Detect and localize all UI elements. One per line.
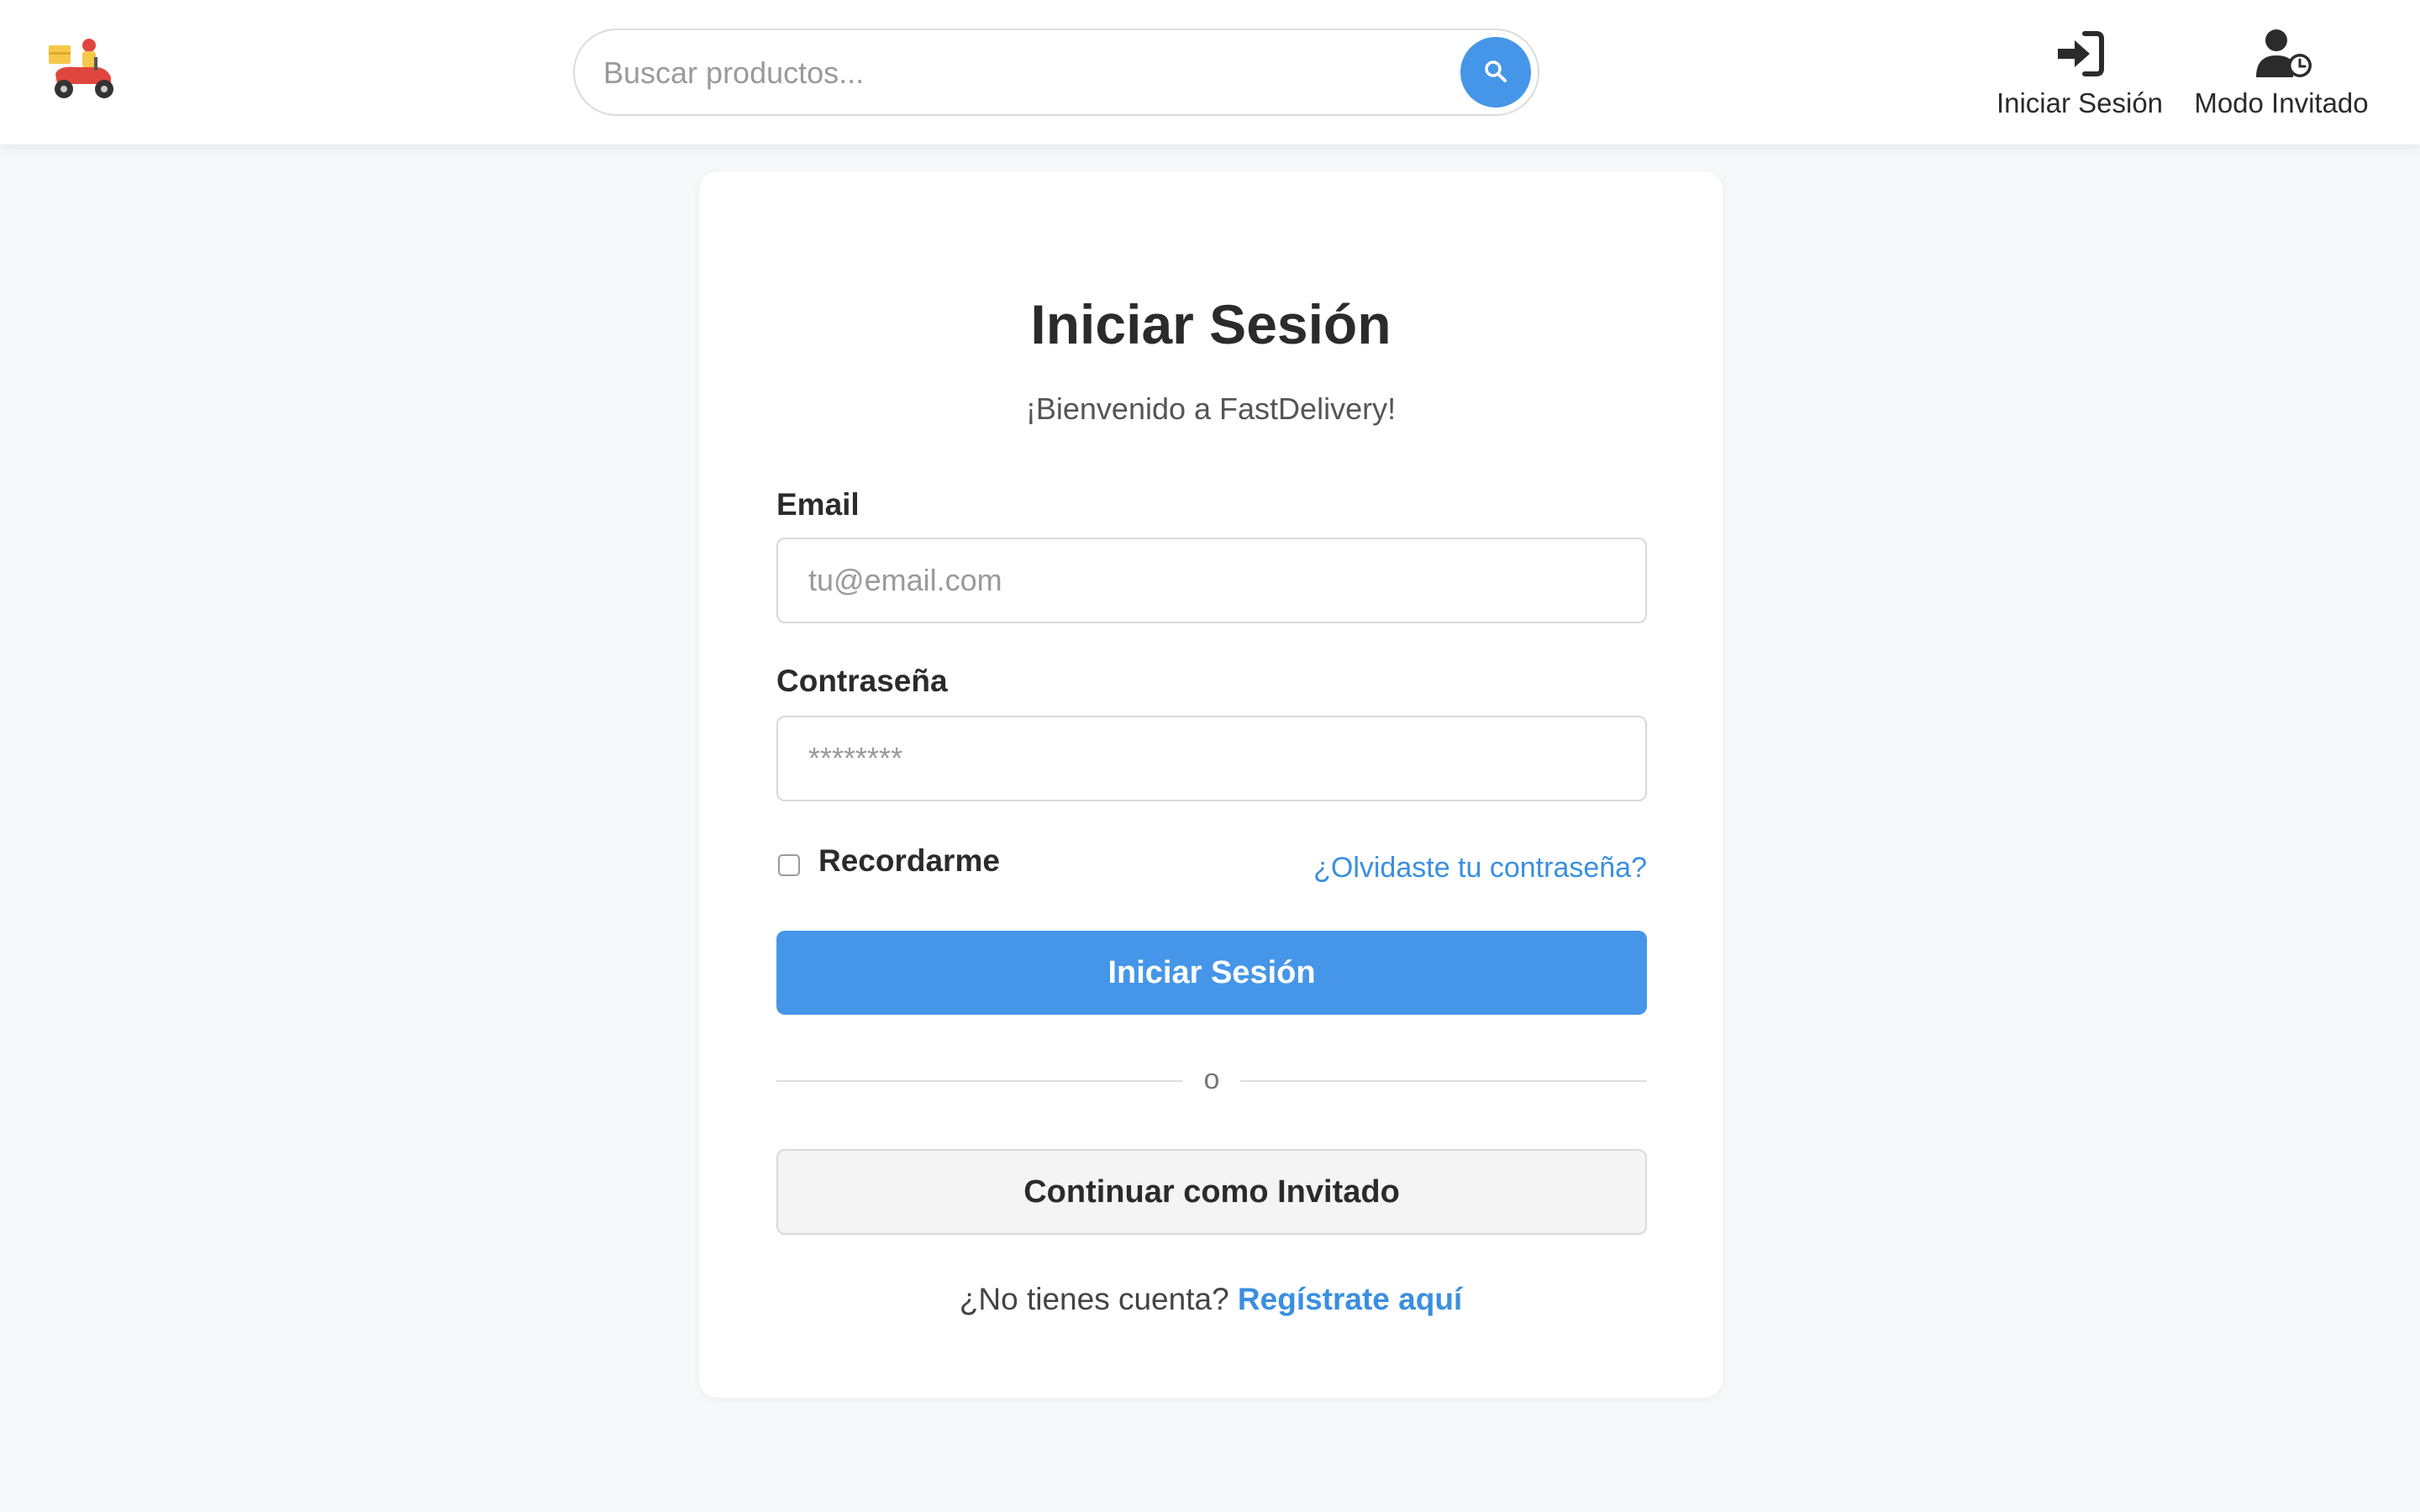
delivery-scooter-icon[interactable] xyxy=(47,37,121,104)
nav-guest-mode-button[interactable]: Modo Invitado xyxy=(2185,29,2378,121)
remember-me-label: Recordarme xyxy=(818,843,1000,878)
page-title: Iniciar Sesión xyxy=(1030,293,1392,355)
divider-line-right xyxy=(1240,1080,1647,1082)
email-field[interactable] xyxy=(776,538,1647,623)
search-input[interactable] xyxy=(603,49,1410,97)
nav-login-button[interactable]: Iniciar Sesión xyxy=(1991,29,2168,121)
email-label: Email xyxy=(776,487,860,522)
search-button[interactable] xyxy=(1460,37,1531,108)
or-divider: o xyxy=(776,1060,1647,1100)
password-field[interactable] xyxy=(776,716,1647,801)
login-submit-button[interactable]: Iniciar Sesión xyxy=(776,931,1647,1015)
signup-prompt: ¿No tienes cuenta? Regístrate aquí xyxy=(699,1282,1723,1317)
nav-login-label: Iniciar Sesión xyxy=(1996,87,2164,118)
sign-in-icon xyxy=(2053,29,2107,79)
user-clock-icon xyxy=(2254,29,2312,79)
login-card: Iniciar Sesión ¡Bienvenido a FastDeliver… xyxy=(699,171,1723,1398)
remember-me-checkbox[interactable] xyxy=(778,854,800,876)
nav-guest-label: Modo Invitado xyxy=(2194,87,2369,118)
forgot-password-link[interactable]: ¿Olvidaste tu contraseña? xyxy=(1313,852,1647,885)
remember-me-option[interactable]: Recordarme xyxy=(778,843,1000,879)
continue-as-guest-button[interactable]: Continuar como Invitado xyxy=(776,1149,1647,1235)
password-label: Contraseña xyxy=(776,664,948,698)
search-bar xyxy=(573,29,1539,116)
signup-prompt-text: ¿No tienes cuenta? xyxy=(959,1282,1238,1316)
signup-link[interactable]: Regístrate aquí xyxy=(1238,1282,1462,1316)
top-navigation-bar: Iniciar Sesión Modo Invitado xyxy=(0,0,2420,144)
search-icon xyxy=(1483,59,1508,87)
welcome-subtitle: ¡Bienvenido a FastDelivery! xyxy=(1025,391,1397,426)
